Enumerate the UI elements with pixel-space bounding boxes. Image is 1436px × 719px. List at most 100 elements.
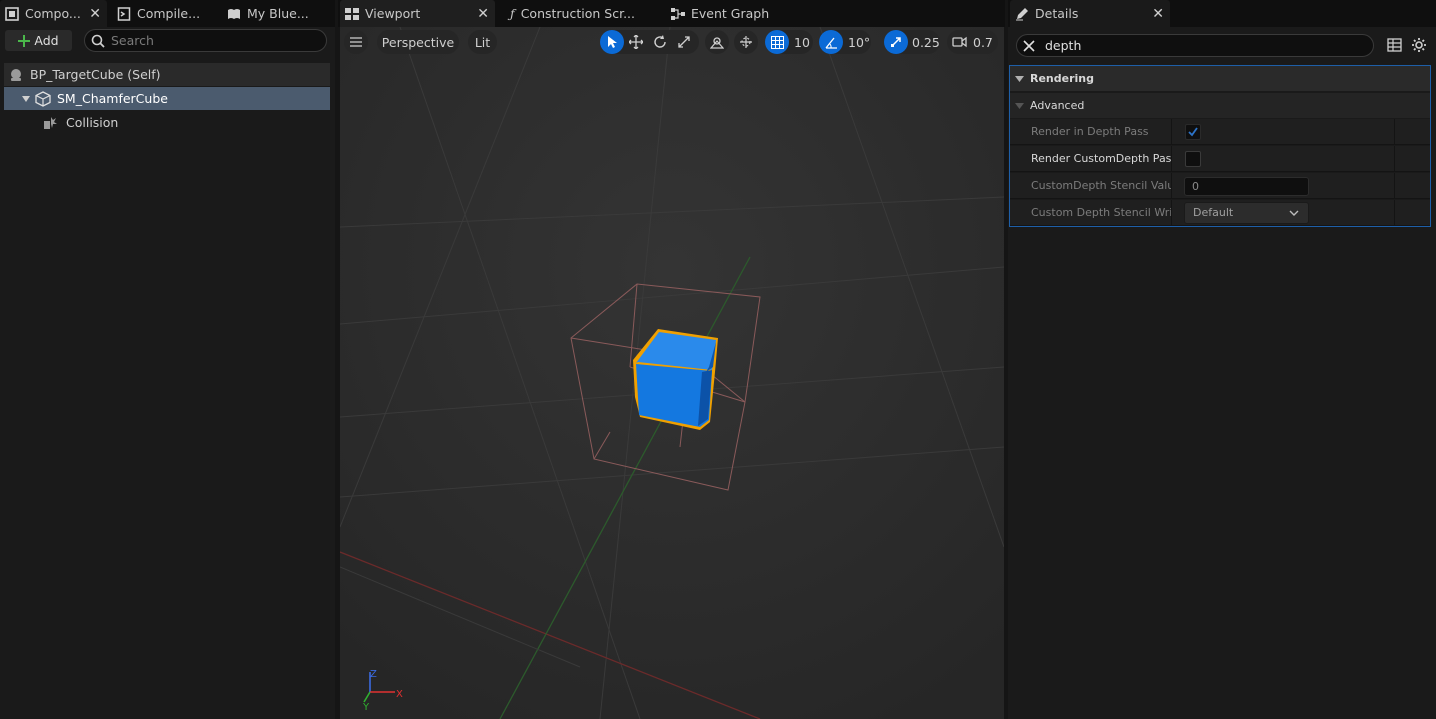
collision-icon <box>43 115 58 130</box>
property-row: CustomDepth Stencil Value 0 <box>1010 173 1430 199</box>
axis-y-label: Y <box>362 702 370 713</box>
stencil-write-mask-dropdown[interactable]: Default <box>1184 202 1309 224</box>
tree-item-label: SM_ChamferCube <box>57 91 168 106</box>
details-property-list: Rendering Advanced Render in Depth Pass … <box>1009 65 1431 227</box>
static-mesh-icon <box>35 90 51 107</box>
property-label: Custom Depth Stencil Writ... <box>1031 206 1171 219</box>
render-in-depth-pass-checkbox[interactable] <box>1185 124 1201 140</box>
perspective-button[interactable]: Perspective <box>377 30 459 54</box>
close-icon[interactable]: ✕ <box>1152 6 1164 22</box>
property-matrix-icon[interactable] <box>1387 38 1402 52</box>
add-component-button[interactable]: Add <box>5 30 72 51</box>
tab-event-graph-label: Event Graph <box>691 6 770 21</box>
viewport-canvas[interactable]: Z X Y <box>340 27 1004 719</box>
tab-construction-label: Construction Scr... <box>520 6 635 21</box>
tab-viewport-label: Viewport <box>365 6 421 21</box>
axis-x-label: X <box>396 689 403 700</box>
tree-item-label: BP_TargetCube (Self) <box>30 67 161 82</box>
tab-details[interactable]: Details ✕ <box>1010 0 1170 27</box>
property-row: Render in Depth Pass <box>1010 119 1430 145</box>
tree-item-self[interactable]: BP_TargetCube (Self) <box>4 63 330 86</box>
clear-search-icon[interactable] <box>1023 39 1035 52</box>
add-label: Add <box>34 33 59 48</box>
grid-snap-group[interactable]: 10 <box>765 30 813 54</box>
scale-tool-button[interactable] <box>672 30 696 54</box>
category-label: Rendering <box>1030 72 1094 85</box>
render-customdepth-pass-checkbox[interactable] <box>1185 151 1201 167</box>
viewport-options-button[interactable] <box>344 30 368 54</box>
viewport-icon <box>343 5 361 23</box>
book-icon <box>225 5 243 23</box>
scale-snap-group[interactable]: 0.25 <box>884 30 940 54</box>
compile-icon <box>115 5 133 23</box>
camera-icon[interactable] <box>947 30 971 54</box>
details-tab-bar: Details ✕ <box>1008 0 1436 27</box>
axis-z-label: Z <box>370 669 377 680</box>
search-input[interactable] <box>111 33 311 48</box>
property-label: CustomDepth Stencil Value <box>1031 179 1171 192</box>
viewport-scene: Z X Y <box>340 27 1004 719</box>
components-icon <box>3 5 21 23</box>
cursor-icon <box>608 36 617 48</box>
rotation-snap-value[interactable]: 10° <box>848 35 870 50</box>
close-icon[interactable]: ✕ <box>477 6 489 22</box>
details-search-input[interactable] <box>1045 38 1345 53</box>
plus-icon <box>18 34 31 47</box>
select-tool-button[interactable] <box>600 30 624 54</box>
angle-snap-icon[interactable] <box>819 30 843 54</box>
tab-my-blueprint[interactable]: My Blue... <box>222 0 332 27</box>
customdepth-stencil-value-field[interactable]: 0 <box>1184 177 1309 196</box>
world-local-button[interactable] <box>734 30 758 54</box>
left-tab-bar: Compo... ✕ Compile... My Blue... <box>0 0 335 27</box>
close-icon[interactable]: ✕ <box>89 6 101 22</box>
tree-item-sm-chamfercube[interactable]: SM_ChamferCube <box>4 87 330 110</box>
chevron-down-icon <box>1289 204 1299 222</box>
camera-speed-value[interactable]: 0.7 <box>973 35 993 50</box>
camera-speed-group[interactable]: 0.7 <box>947 30 998 54</box>
hamburger-icon <box>350 37 362 47</box>
scale-icon <box>678 36 690 48</box>
tree-item-label: Collision <box>66 115 119 130</box>
tab-components-label: Compo... <box>25 6 81 21</box>
collapse-arrow-icon[interactable] <box>1015 101 1024 110</box>
tab-compiler-label: Compile... <box>137 6 201 21</box>
surface-snap-button[interactable] <box>705 30 729 54</box>
rotation-snap-group[interactable]: 10° <box>819 30 871 54</box>
category-rendering[interactable]: Rendering <box>1010 66 1430 92</box>
tab-details-label: Details <box>1035 6 1079 21</box>
tab-viewport[interactable]: Viewport ✕ <box>340 0 495 27</box>
scale-snap-value[interactable]: 0.25 <box>912 35 940 50</box>
tab-components[interactable]: Compo... ✕ <box>0 0 107 27</box>
property-row: Render CustomDepth Pass <box>1010 146 1430 172</box>
category-label: Advanced <box>1030 99 1085 112</box>
grid-snap-value[interactable]: 10 <box>794 35 810 50</box>
grid-snap-icon[interactable] <box>765 30 789 54</box>
scale-snap-icon[interactable] <box>884 30 908 54</box>
collapse-arrow-icon[interactable] <box>1015 74 1024 83</box>
move-icon <box>629 35 643 49</box>
lit-button[interactable]: Lit <box>468 30 497 54</box>
category-advanced[interactable]: Advanced <box>1010 93 1430 119</box>
tree-item-collision[interactable]: Collision <box>4 111 330 134</box>
coordinate-icon <box>734 30 758 54</box>
search-icon <box>91 34 105 48</box>
property-label: Render CustomDepth Pass <box>1031 152 1171 165</box>
tab-my-blueprint-label: My Blue... <box>247 6 309 21</box>
details-search[interactable] <box>1016 34 1374 57</box>
settings-gear-icon[interactable] <box>1411 37 1427 53</box>
surface-snap-icon <box>705 30 729 54</box>
tab-construction-script[interactable]: ƒ Construction Scr... <box>505 0 635 27</box>
function-icon: ƒ <box>510 6 515 21</box>
components-search[interactable] <box>84 29 327 52</box>
transform-tools <box>600 30 699 54</box>
actor-icon <box>9 68 23 82</box>
center-tab-bar: Viewport ✕ ƒ Construction Scr... Event G… <box>338 0 1005 27</box>
expand-arrow-icon[interactable] <box>21 94 31 104</box>
dropdown-value: Default <box>1193 206 1234 219</box>
property-row: Custom Depth Stencil Writ... Default <box>1010 200 1430 226</box>
translate-tool-button[interactable] <box>624 30 648 54</box>
tab-event-graph[interactable]: Event Graph <box>666 0 796 27</box>
tab-compiler-results[interactable]: Compile... <box>112 0 220 27</box>
rotate-tool-button[interactable] <box>648 30 672 54</box>
rotate-icon <box>654 35 666 48</box>
